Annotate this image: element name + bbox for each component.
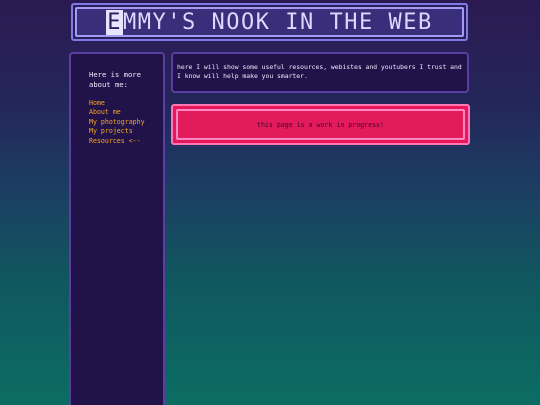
work-in-progress-inner: this page is a work in progress! xyxy=(176,109,465,140)
intro-panel: here I will show some useful resources, … xyxy=(171,52,469,93)
site-title-banner: EMMY'S NOOK IN THE WEB xyxy=(71,3,468,41)
site-title-inner: EMMY'S NOOK IN THE WEB xyxy=(75,7,464,37)
site-title: EMMY'S NOOK IN THE WEB xyxy=(106,9,433,35)
nav-link-home[interactable]: Home xyxy=(89,99,163,108)
sidebar-nav: Home About me My photography My projects… xyxy=(89,99,163,146)
sidebar-heading: Here is more about me: xyxy=(89,70,141,89)
nav-link-about-me[interactable]: About me xyxy=(89,108,163,117)
sidebar: Here is more about me: Home About me My … xyxy=(69,52,165,405)
nav-link-resources[interactable]: Resources <-- xyxy=(89,137,163,146)
work-in-progress-banner: this page is a work in progress! xyxy=(171,104,470,145)
site-title-first-letter: E xyxy=(106,9,124,35)
site-title-rest: MMY'S NOOK IN THE WEB xyxy=(123,9,433,35)
nav-link-my-projects[interactable]: My projects xyxy=(89,127,163,136)
nav-link-my-photography[interactable]: My photography xyxy=(89,118,163,127)
intro-text: here I will show some useful resources, … xyxy=(177,63,462,80)
work-in-progress-text: this page is a work in progress! xyxy=(256,120,385,129)
